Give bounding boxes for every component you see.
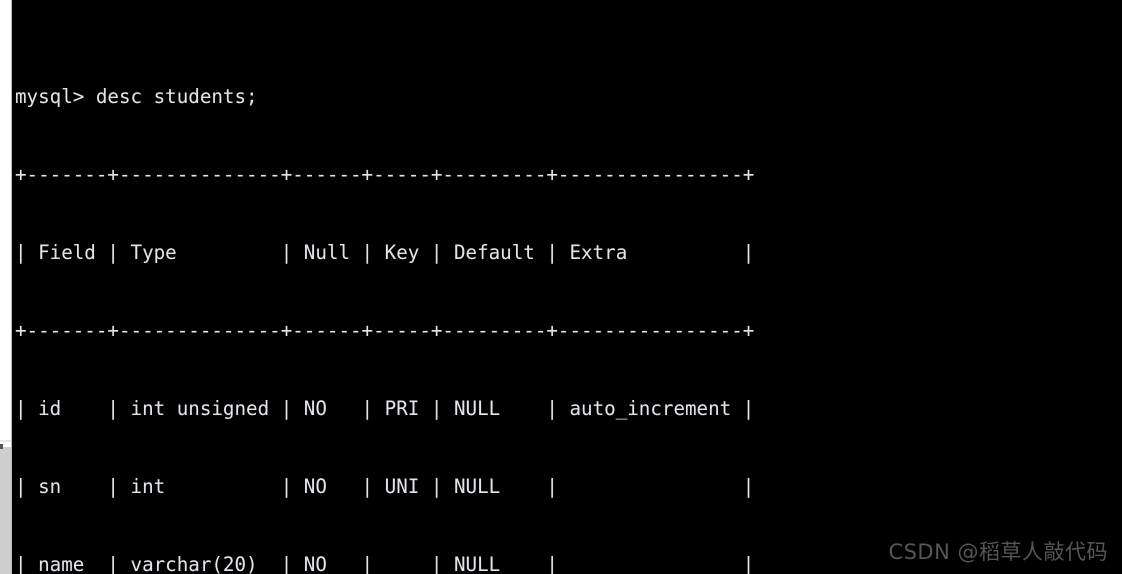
terminal-output: mysql> desc students; +-------+---------… (15, 6, 1122, 574)
screenshot-root: mysql> desc students; +-------+---------… (0, 0, 1122, 574)
desc-table-top-separator: +-------+--------------+------+-----+---… (15, 163, 755, 186)
desc-table-header: | Field | Type | Null | Key | Default | … (15, 241, 755, 264)
desc-table-header-separator: +-------+--------------+------+-----+---… (15, 319, 755, 342)
prompt-line-desc: mysql> desc students; (15, 85, 258, 108)
terminal-window[interactable]: mysql> desc students; +-------+---------… (12, 0, 1122, 574)
table-row: | sn | int | NO | UNI | NULL | | (15, 475, 755, 498)
csdn-watermark: CSDN @稻草人敲代码 (888, 540, 1108, 564)
table-row: | id | int unsigned | NO | PRI | NULL | … (15, 397, 755, 420)
left-gutter-tick-mark (0, 444, 3, 449)
